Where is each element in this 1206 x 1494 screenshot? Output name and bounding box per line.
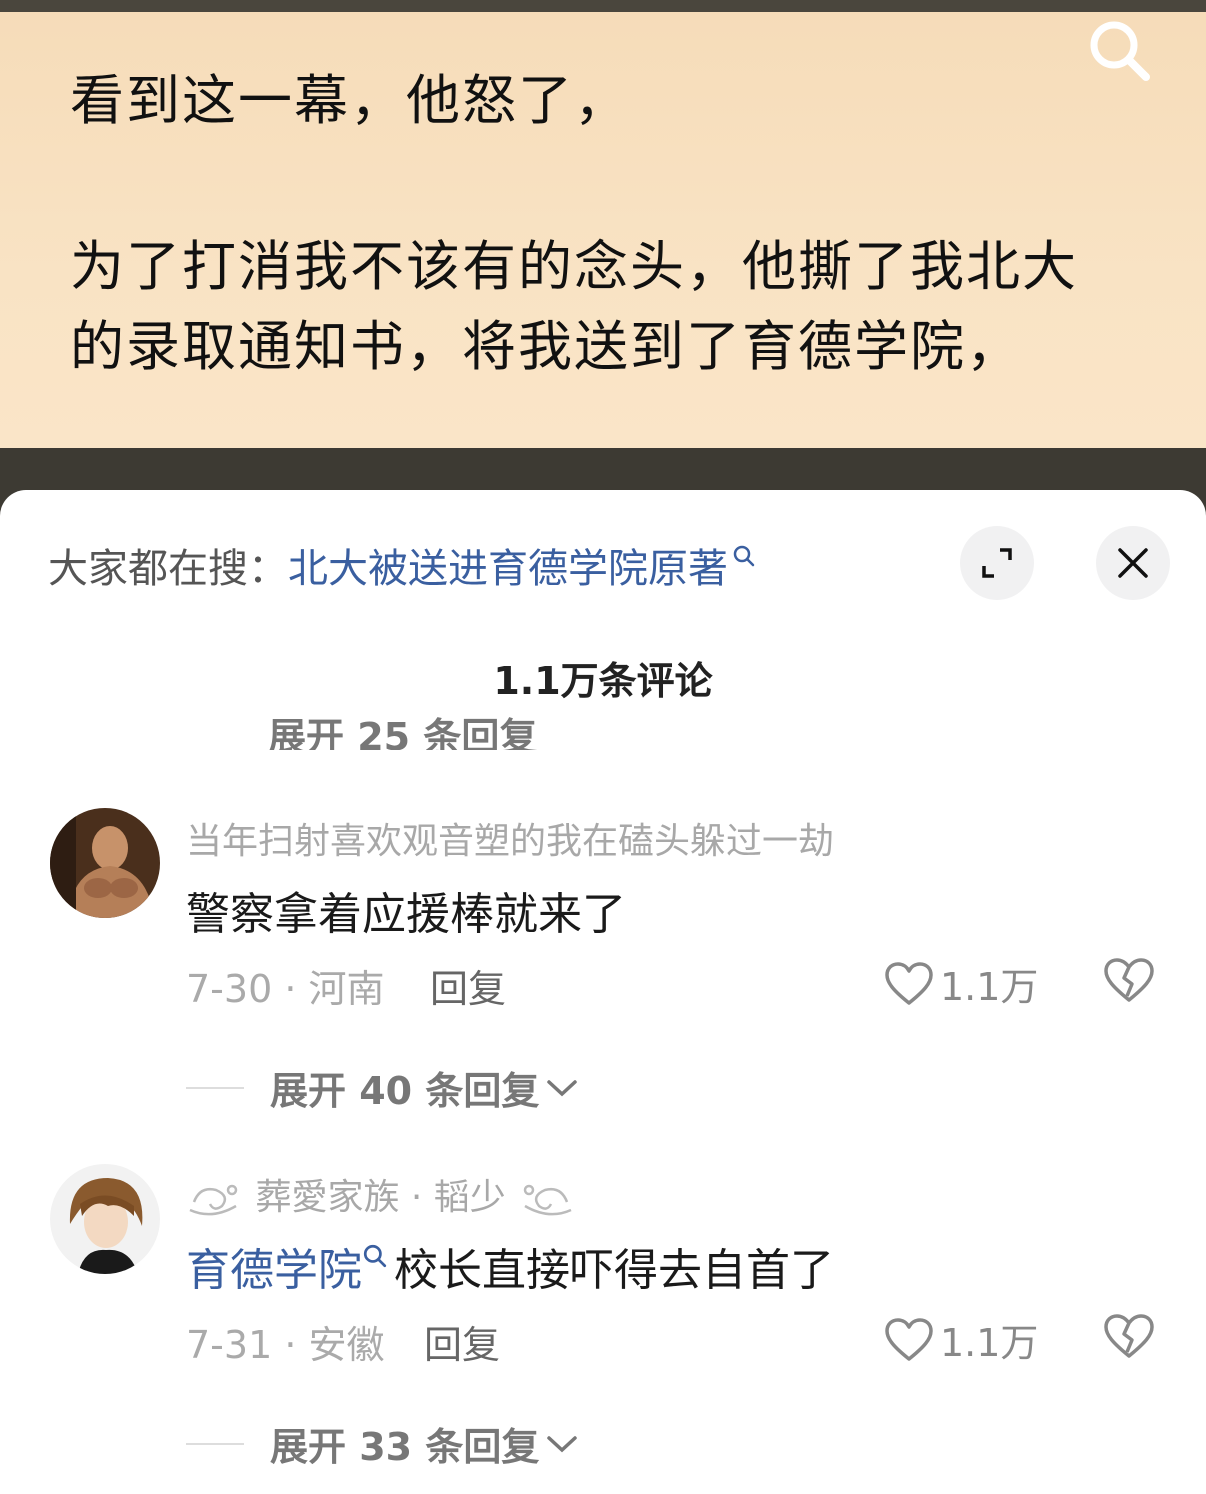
- story-line-2: 为了打消我不该有的念头，他撕了我北大: [70, 235, 1078, 298]
- comment-meta: 7-31 · 安徽: [186, 1323, 385, 1367]
- heart-icon: [885, 961, 933, 1005]
- close-icon: [1118, 548, 1148, 578]
- swirl-left-icon: [189, 1184, 238, 1216]
- hot-search-query[interactable]: 北大被送进育德学院原著: [288, 536, 728, 594]
- story-text-area: 看到这一幕，他怒了， 为了打消我不该有的念头，他撕了我北大 的录取通知书，将我送…: [0, 12, 1206, 448]
- reply-button[interactable]: 回复: [430, 958, 506, 1013]
- dislike-button[interactable]: [1102, 1312, 1156, 1364]
- chevron-down-icon: [547, 1435, 578, 1452]
- expand-replies-button[interactable]: 展开 40 条回复: [186, 1060, 579, 1115]
- dislike-button[interactable]: [1102, 956, 1156, 1008]
- expand-replies-label: 展开 40 条回复: [270, 1069, 540, 1113]
- comment-text: 警察拿着应援棒就来了: [186, 889, 626, 940]
- chevron-down-icon: [547, 1079, 578, 1096]
- avatar[interactable]: [50, 1164, 160, 1274]
- expand-replies-button[interactable]: 展开 33 条回复: [186, 1416, 579, 1471]
- comment-meta: 7-30 · 河南: [186, 967, 385, 1011]
- comment-text: 校长直接吓得去自首了: [394, 1245, 834, 1296]
- clipped-expand-row[interactable]: 展开 25 条回复: [0, 716, 1206, 750]
- app-screen: 看到这一幕，他怒了， 为了打消我不该有的念头，他撕了我北大 的录取通知书，将我送…: [0, 0, 1206, 1494]
- divider: [186, 1086, 244, 1089]
- broken-heart-icon: [1104, 958, 1154, 1002]
- avatar[interactable]: [50, 808, 160, 918]
- comment-content: 警察拿着应援棒就来了: [186, 878, 626, 942]
- like-button[interactable]: 1.1万: [884, 956, 1038, 1011]
- story-line-3: 的录取通知书，将我送到了育德学院，: [70, 315, 1022, 378]
- story-line-1: 看到这一幕，他怒了，: [70, 69, 630, 132]
- comment-content: 育德学院 校长直接吓得去自首了: [186, 1234, 834, 1298]
- expand-button[interactable]: [960, 526, 1034, 600]
- like-button[interactable]: 1.1万: [884, 1312, 1038, 1367]
- clipped-expand-label: 展开 25 条回复: [268, 716, 538, 750]
- comment-username[interactable]: 葬愛家族 · 韬少: [186, 1168, 575, 1222]
- expand-icon: [982, 548, 1012, 578]
- search-icon[interactable]: [1086, 18, 1152, 84]
- status-strip: [0, 0, 1206, 12]
- like-count: 1.1万: [940, 965, 1039, 1009]
- hot-search-bar[interactable]: 大家都在搜： 北大被送进育德学院原著: [48, 536, 756, 594]
- comment-count-title: 1.1万条评论: [493, 659, 713, 703]
- reply-button[interactable]: 回复: [424, 1314, 500, 1369]
- close-button[interactable]: [1096, 526, 1170, 600]
- swirl-right-icon: [524, 1184, 572, 1216]
- mini-search-icon: [363, 1244, 387, 1268]
- mini-search-icon: [733, 545, 755, 567]
- divider: [186, 1442, 244, 1445]
- broken-heart-icon: [1104, 1314, 1154, 1358]
- comment-username[interactable]: 当年扫射喜欢观音塑的我在磕头躲过一劫: [186, 812, 834, 864]
- comment-sheet: 大家都在搜： 北大被送进育德学院原著 1.1万条评论 展开 25 条回复 当年扫…: [0, 490, 1206, 1494]
- comment-topic-link[interactable]: 育德学院: [186, 1234, 362, 1298]
- like-count: 1.1万: [940, 1321, 1039, 1365]
- comment-username-text: 葬愛家族 · 韬少: [255, 1177, 506, 1218]
- hot-search-prefix: 大家都在搜：: [48, 546, 288, 592]
- expand-replies-label: 展开 33 条回复: [270, 1425, 540, 1469]
- heart-icon: [885, 1317, 933, 1361]
